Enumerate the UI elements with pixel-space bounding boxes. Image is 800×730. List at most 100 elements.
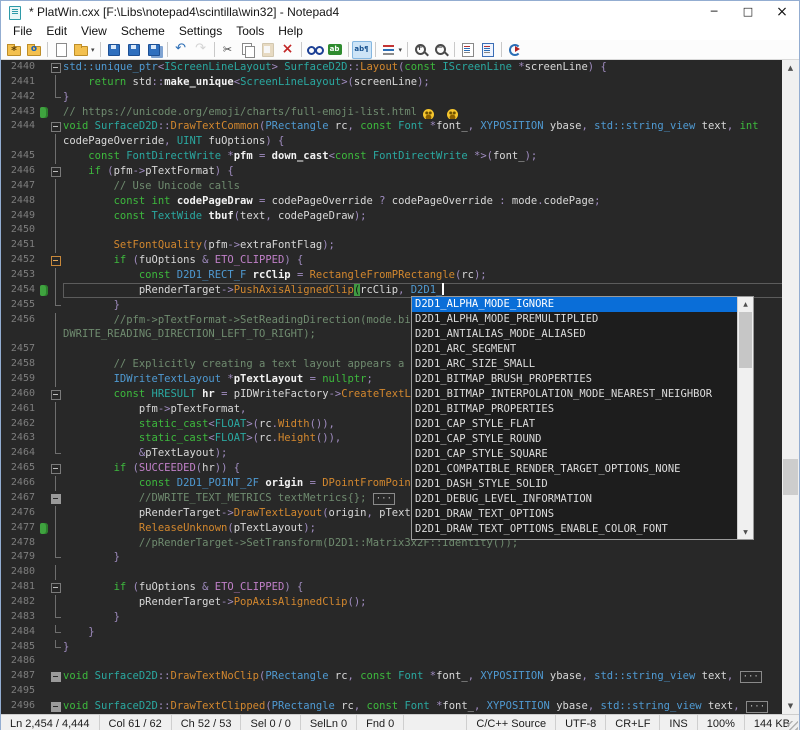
autocomplete-item[interactable]: D2D1_COMPATIBLE_RENDER_TARGET_OPTIONS_NO… [412,462,738,477]
maximize-button[interactable]: □ [731,1,765,22]
code-text[interactable]: std::unique_ptr<IScreenLineLayout> Surfa… [63,60,799,75]
fold-toggle-icon[interactable] [50,699,63,714]
autocomplete-item[interactable]: D2D1_CAP_STYLE_FLAT [412,417,738,432]
open-file-button[interactable]: ▾ [71,41,97,59]
status-segment-line[interactable]: Ln 2,454 / 4,444 [1,715,100,730]
menu-file[interactable]: File [6,23,39,39]
code-text[interactable]: void SurfaceD2D::DrawTextCommon(PRectang… [63,119,799,134]
replace-button[interactable]: ab [325,41,345,59]
code-text[interactable]: const TextWide tbuf(text, codePageDraw); [63,209,799,224]
fold-toggle-icon[interactable] [50,580,63,595]
autocomplete-item[interactable]: D2D1_BITMAP_INTERPOLATION_MODE_NEAREST_N… [412,387,738,402]
fold-toggle-icon[interactable] [50,119,63,134]
find-button[interactable] [305,41,325,59]
code-text[interactable]: } [63,640,799,655]
status-segment-scheme[interactable]: C/C++ Source [466,715,555,730]
code-text[interactable]: pRenderTarget->PopAxisAlignedClip(); [63,595,799,610]
cut-button[interactable]: ✂ [218,41,238,59]
editor-scrollbar[interactable]: ▲ ▼ [782,60,799,714]
autocomplete-item[interactable]: D2D1_BITMAP_PROPERTIES [412,402,738,417]
autocomplete-item[interactable]: D2D1_DASH_STYLE_SOLID [412,477,738,492]
menu-tools[interactable]: Tools [229,23,271,39]
minimize-button[interactable]: ─ [697,1,731,22]
scheme-config-button[interactable]: ▾ [379,41,405,59]
autocomplete-item[interactable]: D2D1_CAP_STYLE_SQUARE [412,447,738,462]
status-segment-find-count[interactable]: Fnd 0 [357,715,404,730]
scroll-down-icon[interactable]: ▼ [782,698,799,714]
delete-button[interactable]: × [278,41,298,59]
copy-button[interactable] [238,41,258,59]
menu-view[interactable]: View [74,23,114,39]
undo-button[interactable]: ↶ [171,41,191,59]
autocomplete-scroll-down-icon[interactable]: ▼ [738,525,753,539]
code-text[interactable]: } [63,625,799,640]
save-all-button[interactable] [144,41,164,59]
code-text[interactable]: if (fuOptions & ETO_CLIPPED) { [63,580,799,595]
favorites-folder-button[interactable]: * [4,41,24,59]
status-segment-encoding[interactable]: UTF-8 [555,715,605,730]
scroll-up-icon[interactable]: ▲ [782,60,799,76]
code-text[interactable]: // https://unicode.org/emoji/charts/full… [63,105,799,120]
code-text[interactable]: codePageOverride, UINT fuOptions) { [63,134,799,149]
autocomplete-item[interactable]: D2D1_DRAW_TEXT_OPTIONS_ENABLE_COLOR_FONT [412,522,738,537]
code-text[interactable]: void SurfaceD2D::DrawTextClipped(PRectan… [63,699,799,714]
code-text[interactable] [63,654,799,669]
redo-button[interactable]: ↷ [191,41,211,59]
fold-toggle-icon[interactable] [50,164,63,179]
autocomplete-item[interactable]: D2D1_BITMAP_BRUSH_PROPERTIES [412,372,738,387]
code-text[interactable]: if (pfm->pTextFormat) { [63,164,799,179]
status-segment-column[interactable]: Col 61 / 62 [100,715,172,730]
code-text[interactable] [63,223,799,238]
autocomplete-item[interactable]: D2D1_ALPHA_MODE_PREMULTIPLIED [412,312,738,327]
autocomplete-scroll-up-icon[interactable]: ▲ [738,297,753,311]
code-text[interactable]: const D2D1_RECT_F rcClip = RectangleFrom… [63,268,799,283]
code-text[interactable] [63,684,799,699]
status-segment-char[interactable]: Ch 52 / 53 [172,715,242,730]
fold-toggle-icon[interactable] [50,253,63,268]
code-text[interactable]: // Use Unicode calls [63,179,799,194]
menu-settings[interactable]: Settings [172,23,229,39]
scrollbar-thumb[interactable] [783,459,798,495]
customize-schemes-button[interactable] [478,41,498,59]
autocomplete-item[interactable]: D2D1_CAP_STYLE_ROUND [412,432,738,447]
autocomplete-item[interactable]: D2D1_ALPHA_MODE_IGNORE [412,297,738,312]
fold-toggle-icon[interactable] [50,60,63,75]
zoom-out-button[interactable]: − [431,41,451,59]
code-text[interactable]: const int codePageDraw = codePageOverrid… [63,194,799,209]
code-text[interactable]: if (fuOptions & ETO_CLIPPED) { [63,253,799,268]
code-text[interactable]: void SurfaceD2D::DrawTextNoClip(PRectang… [63,669,799,684]
view-schemes-button[interactable] [458,41,478,59]
new-file-button[interactable] [51,41,71,59]
status-segment-selection[interactable]: Sel 0 / 0 [241,715,300,730]
code-text[interactable]: } [63,90,799,105]
code-text[interactable] [63,565,799,580]
status-segment-insert-mode[interactable]: INS [659,715,696,730]
word-wrap-button[interactable]: ab¶ [352,41,372,59]
autocomplete-item[interactable]: D2D1_DRAW_TEXT_OPTIONS [412,507,738,522]
code-text[interactable]: const FontDirectWrite *pfm = down_cast<c… [63,149,799,164]
reload-button[interactable] [505,41,525,59]
save-as-button[interactable] [124,41,144,59]
status-segment-selection-lines[interactable]: SelLn 0 [301,715,357,730]
status-segment-zoom[interactable]: 100% [697,715,744,730]
folder-search-button[interactable]: o [24,41,44,59]
menu-scheme[interactable]: Scheme [114,23,172,39]
autocomplete-item[interactable]: D2D1_ANTIALIAS_MODE_ALIASED [412,327,738,342]
zoom-in-button[interactable]: + [411,41,431,59]
autocomplete-scrollbar[interactable]: ▲ ▼ [737,297,753,539]
code-text[interactable]: } [63,610,799,625]
editor[interactable]: 2440std::unique_ptr<IScreenLineLayout> S… [1,60,799,714]
autocomplete-scrollbar-thumb[interactable] [739,312,752,368]
autocomplete-item[interactable]: D2D1_DEBUG_LEVEL_INFORMATION [412,492,738,507]
code-text[interactable]: return std::make_unique<ScreenLineLayout… [63,75,799,90]
resize-grip[interactable] [787,721,798,730]
fold-toggle-icon[interactable] [50,387,63,402]
fold-toggle-icon[interactable] [50,491,63,506]
paste-button[interactable] [258,41,278,59]
code-text[interactable]: SetFontQuality(pfm->extraFontFlag); [63,238,799,253]
save-button[interactable] [104,41,124,59]
code-text[interactable]: } [63,550,799,565]
autocomplete-item[interactable]: D2D1_ARC_SEGMENT [412,342,738,357]
status-segment-line-ending[interactable]: CR+LF [605,715,659,730]
autocomplete-item[interactable]: D2D1_ARC_SIZE_SMALL [412,357,738,372]
